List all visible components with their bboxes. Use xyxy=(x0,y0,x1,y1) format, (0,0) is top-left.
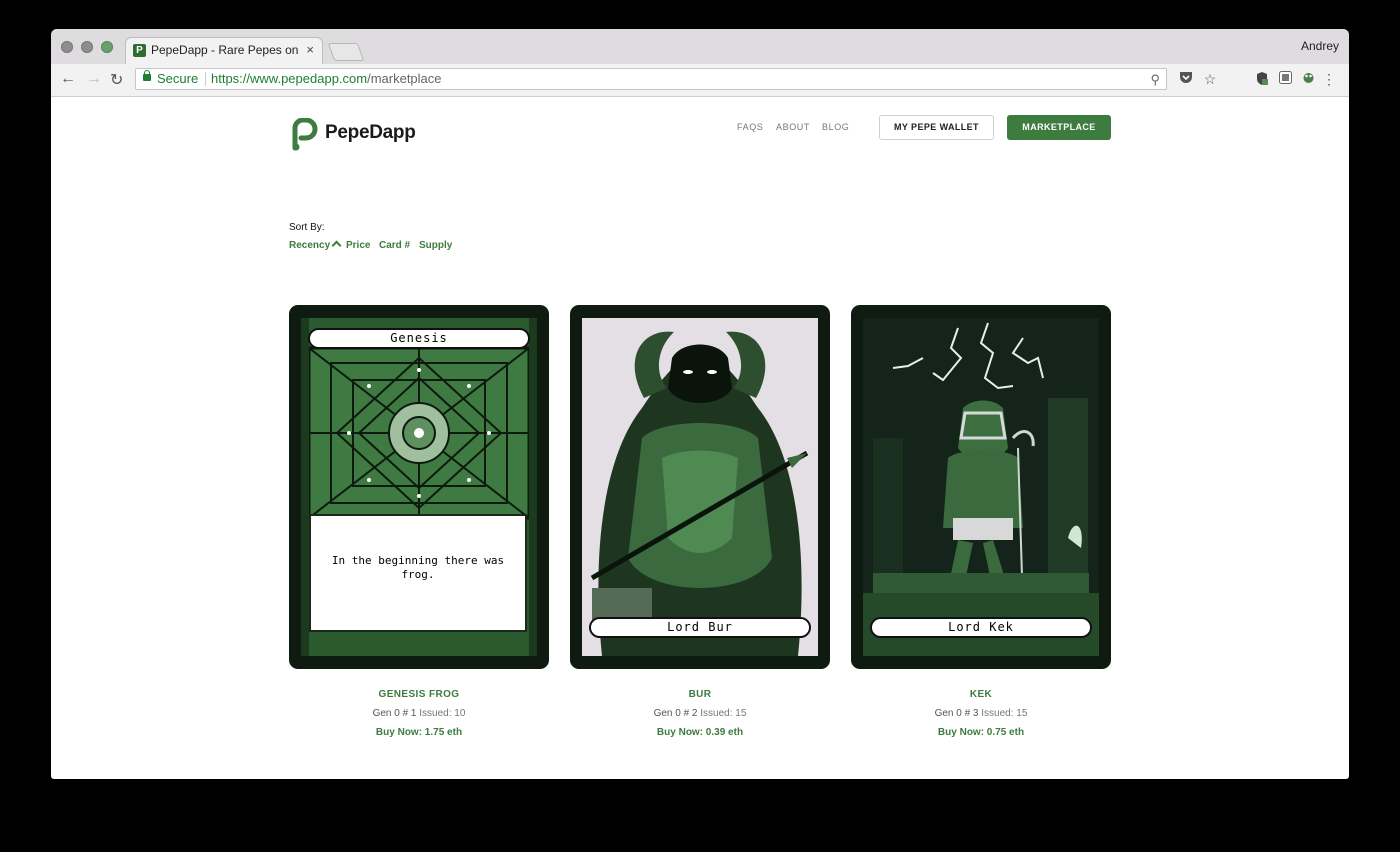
nav-faqs-link[interactable]: FAQS xyxy=(737,122,763,132)
card-kek[interactable]: Lord Kek xyxy=(851,305,1111,669)
tab-strip: P PepeDapp - Rare Pepes on ETH × Andrey xyxy=(51,29,1349,64)
sort-price-link[interactable]: Price xyxy=(346,240,370,251)
pepedapp-logo-icon xyxy=(292,118,318,151)
secure-label: Secure xyxy=(157,71,199,86)
chevron-up-icon xyxy=(331,240,342,251)
bookmark-star-icon[interactable]: ☆ xyxy=(1202,71,1218,87)
logo-text: PepeDapp xyxy=(325,122,416,143)
card-name-link[interactable]: KEK xyxy=(851,689,1111,700)
tab-title: PepeDapp - Rare Pepes on ETH xyxy=(151,43,301,57)
card-generation: Gen 0 # 1 Issued: 10 xyxy=(289,708,549,719)
sort-recency-link[interactable]: Recency xyxy=(289,240,342,251)
extension-shield-icon[interactable] xyxy=(1254,71,1270,87)
card-issued: Issued: 15 xyxy=(981,708,1028,719)
forward-arrow-icon[interactable]: → xyxy=(86,70,102,88)
card-title-plate: Lord Kek xyxy=(870,617,1092,638)
sort-supply-link[interactable]: Supply xyxy=(419,240,452,251)
lord-bur-card-art xyxy=(582,318,818,656)
browser-tab[interactable]: P PepeDapp - Rare Pepes on ETH × xyxy=(125,37,323,64)
card-gen-number: Gen 0 # 2 xyxy=(653,708,698,719)
back-arrow-icon[interactable]: ← xyxy=(60,70,76,88)
url-host: https://www.pepedapp.com xyxy=(211,71,368,86)
address-separator xyxy=(205,72,206,86)
profile-name[interactable]: Andrey xyxy=(1301,39,1339,53)
extension-translate-icon[interactable] xyxy=(1277,71,1293,87)
card-info-genesis-frog: GENESIS FROG Gen 0 # 1 Issued: 10 Buy No… xyxy=(289,689,549,738)
extension-frog-icon[interactable] xyxy=(1300,71,1316,87)
maximize-window-icon[interactable] xyxy=(101,41,113,53)
card-gen-number: Gen 0 # 1 xyxy=(372,708,417,719)
card-bur[interactable]: Lord Bur xyxy=(570,305,830,669)
marketplace-button[interactable]: MARKETPLACE xyxy=(1007,115,1111,140)
sort-label: Sort By: xyxy=(289,222,325,233)
my-pepe-wallet-button[interactable]: MY PEPE WALLET xyxy=(879,115,994,140)
card-title-plate: Genesis xyxy=(308,328,530,349)
browser-window: P PepeDapp - Rare Pepes on ETH × Andrey … xyxy=(51,29,1349,779)
card-info-kek: KEK Gen 0 # 3 Issued: 15 Buy Now: 0.75 e… xyxy=(851,689,1111,738)
card-generation: Gen 0 # 3 Issued: 15 xyxy=(851,708,1111,719)
pocket-icon[interactable] xyxy=(1178,71,1194,87)
card-gen-number: Gen 0 # 3 xyxy=(934,708,979,719)
card-info-bur: BUR Gen 0 # 2 Issued: 15 Buy Now: 0.39 e… xyxy=(570,689,830,738)
address-bar[interactable]: Secure https://www.pepedapp.com/marketpl… xyxy=(135,68,1167,90)
card-name-link[interactable]: GENESIS FROG xyxy=(289,689,549,700)
minimize-window-icon[interactable] xyxy=(81,41,93,53)
close-window-icon[interactable] xyxy=(61,41,73,53)
card-generation: Gen 0 # 2 Issued: 15 xyxy=(570,708,830,719)
search-icon[interactable]: ⚲ xyxy=(1150,72,1160,88)
tab-close-icon[interactable]: × xyxy=(306,42,314,57)
card-issued: Issued: 15 xyxy=(700,708,747,719)
browser-toolbar: ← → ↻ Secure https://www.pepedapp.com/ma… xyxy=(51,64,1349,97)
url-text[interactable]: https://www.pepedapp.com/marketplace xyxy=(211,71,442,86)
card-issued: Issued: 10 xyxy=(419,708,466,719)
chrome-menu-icon[interactable]: ⋮ xyxy=(1321,71,1337,87)
sort-recency-label: Recency xyxy=(289,240,331,251)
buy-now-link[interactable]: Buy Now: 1.75 eth xyxy=(289,727,549,738)
card-flavor-text: In the beginning there was frog. xyxy=(309,514,527,632)
reload-icon[interactable]: ↻ xyxy=(110,70,123,90)
card-title-plate: Lord Bur xyxy=(589,617,811,638)
sort-card-number-link[interactable]: Card # xyxy=(379,240,410,251)
card-name-link[interactable]: BUR xyxy=(570,689,830,700)
new-tab-button[interactable] xyxy=(327,43,365,61)
card-genesis-frog[interactable]: Genesis In the beginning there was frog. xyxy=(289,305,549,669)
pepedapp-favicon-icon: P xyxy=(133,44,146,57)
nav-blog-link[interactable]: BLOG xyxy=(822,122,849,132)
lock-icon xyxy=(143,70,151,81)
buy-now-link[interactable]: Buy Now: 0.75 eth xyxy=(851,727,1111,738)
nav-about-link[interactable]: ABOUT xyxy=(776,122,810,132)
buy-now-link[interactable]: Buy Now: 0.39 eth xyxy=(570,727,830,738)
lord-kek-card-art xyxy=(863,318,1099,656)
url-path: /marketplace xyxy=(367,71,442,86)
